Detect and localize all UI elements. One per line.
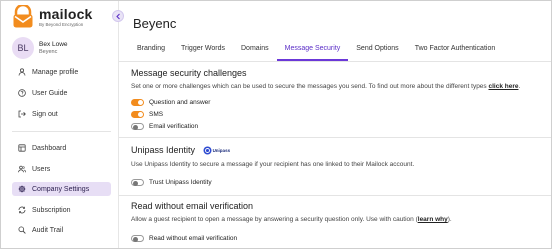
toggle-label: Email verification (149, 123, 199, 130)
challenges-description-suffix: . (518, 83, 521, 90)
unipass-title-text: Unipass Identity (131, 145, 196, 155)
collapse-sidebar-button[interactable] (112, 10, 124, 22)
toggle-label: Trust Unipass Identity (149, 179, 212, 186)
tab-two-factor-authentication[interactable]: Two Factor Authentication (407, 41, 504, 61)
tabs-divider (119, 61, 551, 62)
unipass-title: Unipass Identity Unipass (131, 145, 230, 155)
challenges-description-text: Set one or more challenges which can be … (131, 83, 489, 90)
logo-name: mailock (39, 5, 93, 22)
sidebar-item-manage-profile[interactable]: Manage profile (12, 65, 111, 79)
page-title: Beyenc (133, 16, 177, 31)
sidebar-item-audit-trail[interactable]: Audit Trail (12, 223, 111, 237)
sidebar-item-company-settings[interactable]: Company Settings (12, 182, 111, 196)
logo-tagline: By Beyond Encryption (39, 21, 84, 27)
person-icon (18, 68, 26, 76)
user-profile: BL Bex Lowe Beyenc (12, 37, 68, 59)
avatar: BL (12, 37, 34, 59)
read-without-description-suffix: ). (447, 216, 452, 223)
tab-message-security[interactable]: Message Security (276, 41, 349, 61)
challenges-title: Message security challenges (131, 68, 247, 78)
sidebar-divider (12, 131, 111, 132)
toggle-label: SMS (149, 111, 164, 118)
tab-trigger-words[interactable]: Trigger Words (173, 41, 233, 61)
help-circle-icon (18, 89, 26, 97)
dashboard-icon (18, 144, 26, 152)
toggle-read-without-email-verification[interactable]: Read without email verification (131, 235, 237, 242)
read-without-switch[interactable] (131, 235, 144, 242)
sidebar-item-subscription[interactable]: Subscription (12, 203, 111, 217)
sidebar-item-label: User Guide (32, 89, 68, 97)
gear-icon (18, 185, 26, 193)
sms-switch[interactable] (131, 111, 144, 118)
question-and-answer-switch[interactable] (131, 99, 144, 106)
unipass-description: Use Unipass Identity to secure a message… (131, 161, 415, 168)
sidebar-item-dashboard[interactable]: Dashboard (12, 141, 111, 155)
sidebar-item-user-guide[interactable]: User Guide (12, 86, 111, 100)
sign-out-icon (18, 110, 26, 118)
learn-why-link[interactable]: learn why (418, 216, 448, 223)
unipass-badge-label: Unipass (212, 148, 231, 154)
read-without-description-text: Allow a guest recipient to open a messag… (131, 216, 418, 223)
tab-send-options[interactable]: Send Options (348, 41, 406, 61)
sidebar-item-users[interactable]: Users (12, 162, 111, 176)
user-org: Beyenc (39, 48, 58, 55)
sidebar-item-label: Audit Trail (32, 226, 64, 234)
sidebar-item-label: Users (32, 165, 51, 173)
mailock-logo: mailock By Beyond Encryption (12, 5, 93, 29)
toggle-label: Question and answer (149, 99, 211, 106)
read-without-description: Allow a guest recipient to open a messag… (131, 216, 452, 223)
user-name: Bex Lowe (39, 40, 68, 48)
tab-domains[interactable]: Domains (233, 41, 277, 61)
sidebar: mailock By Beyond Encryption BL Bex Lowe… (1, 1, 119, 248)
toggle-email-verification[interactable]: Email verification (131, 123, 198, 130)
read-without-title: Read without email verification (131, 201, 254, 211)
sidebar-item-label: Subscription (32, 206, 71, 214)
audit-icon (18, 226, 26, 234)
sidebar-item-label: Dashboard (32, 144, 67, 152)
challenges-description: Set one or more challenges which can be … (131, 83, 520, 90)
tab-branding[interactable]: Branding (129, 41, 173, 61)
sidebar-item-label: Company Settings (32, 185, 90, 193)
unipass-badge: Unipass (203, 146, 231, 155)
users-icon (18, 165, 26, 173)
toggle-sms[interactable]: SMS (131, 111, 163, 118)
toggle-question-and-answer[interactable]: Question and answer (131, 99, 210, 106)
toggle-label: Read without email verification (149, 235, 238, 242)
unipass-logo-icon (203, 146, 212, 155)
sidebar-item-label: Sign out (32, 110, 58, 118)
click-here-link[interactable]: click here (488, 83, 518, 90)
main-content: Beyenc Branding Trigger Words Domains Me… (119, 1, 551, 248)
sidebar-item-sign-out[interactable]: Sign out (12, 107, 111, 121)
email-verification-switch[interactable] (131, 123, 144, 130)
trust-unipass-switch[interactable] (131, 179, 144, 186)
sidebar-item-label: Manage profile (32, 68, 79, 76)
subscription-icon (18, 206, 26, 214)
section-divider (119, 137, 551, 138)
toggle-trust-unipass-identity[interactable]: Trust Unipass Identity (131, 179, 212, 186)
chevron-left-icon (115, 13, 120, 19)
mailock-logo-icon (13, 5, 33, 28)
section-divider (119, 195, 551, 196)
settings-tabs: Branding Trigger Words Domains Message S… (129, 41, 503, 61)
app-window: mailock By Beyond Encryption BL Bex Lowe… (0, 0, 552, 249)
